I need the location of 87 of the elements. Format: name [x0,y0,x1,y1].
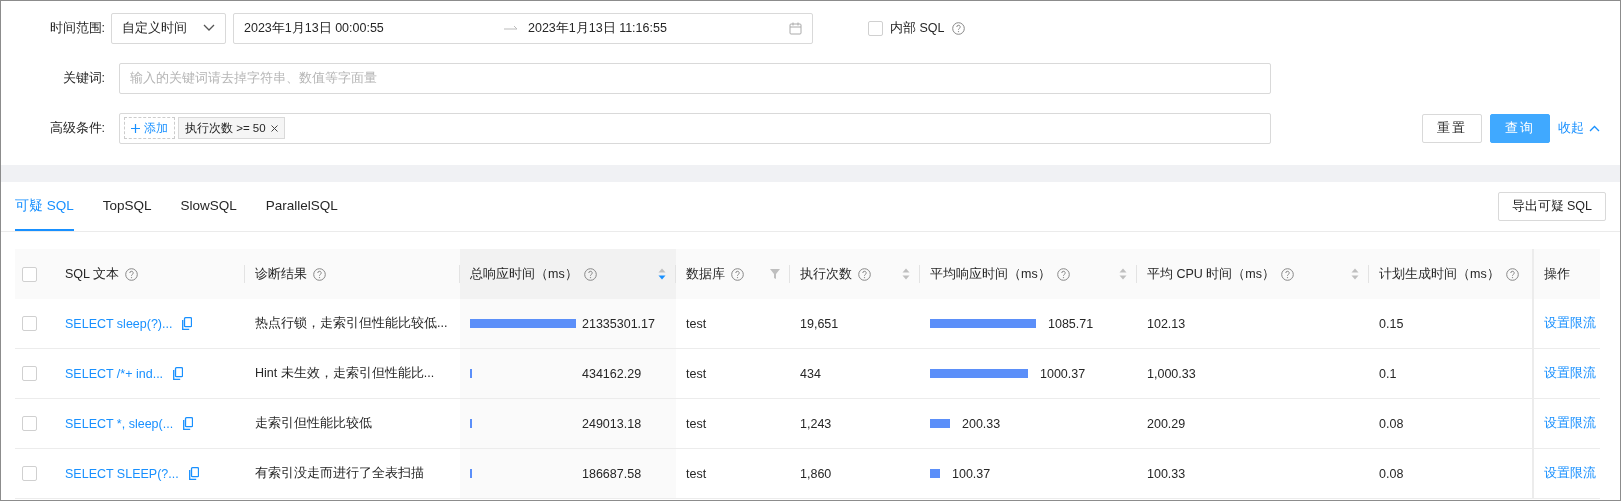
time-range-label: 时间范围: [48,19,106,37]
rate-limit-link[interactable]: 设置限流 [1544,315,1596,332]
table-cell: test [686,416,707,431]
diagnosis-text: 有索引没走而进行了全表扫描 [255,465,424,482]
reset-button[interactable]: 重置 [1422,113,1482,143]
close-icon[interactable] [270,124,278,132]
rate-limit-link[interactable]: 设置限流 [1544,365,1596,382]
rate-limit-link[interactable]: 设置限流 [1544,415,1596,432]
internal-sql-checkbox[interactable] [868,20,883,36]
column-header: 计划生成时间（ms） [1379,265,1500,283]
table-cell: 21335301.17 [582,316,655,331]
table-cell: 19,651 [800,316,839,331]
copy-icon[interactable] [183,417,194,430]
query-button[interactable]: 查询 [1490,113,1550,143]
advanced-label: 高级条件: [48,119,106,137]
calendar-icon [789,21,802,35]
table-cell: 1,000.33 [1147,366,1196,381]
table-cell: 1085.71 [1048,316,1094,331]
row-checkbox[interactable] [22,416,37,431]
column-header: SQL 文本 [65,265,120,283]
sql-text-link[interactable]: SELECT /*+ ind... [65,366,164,381]
copy-icon[interactable] [173,367,184,380]
table-cell: 434 [800,366,821,381]
row-checkbox[interactable] [22,466,37,481]
avg-response-bar [930,469,940,478]
row-checkbox[interactable] [22,316,37,331]
column-header: 总响应时间（ms） [470,265,578,283]
table-cell: 1,860 [800,466,832,481]
avg-response-bar [930,419,950,428]
table-cell: 100.33 [1147,466,1186,481]
advanced-conditions-field[interactable]: 添加 执行次数 >= 50 [119,112,1271,144]
select-all-checkbox[interactable] [22,266,37,282]
collapse-link[interactable]: 收起 [1550,119,1600,137]
table-cell: test [686,366,707,381]
table-cell: 200.33 [962,416,1001,431]
sort-icon[interactable] [902,268,910,280]
diagnosis-text: 热点行锁，走索引但性能比较低... [255,315,448,332]
row-checkbox[interactable] [22,366,37,381]
column-header: 数据库 [686,265,725,283]
sql-text-link[interactable]: SELECT *, sleep(... [65,416,174,431]
rate-limit-link[interactable]: 设置限流 [1544,465,1596,482]
column-header: 执行次数 [800,265,852,283]
plus-icon [131,123,140,133]
sort-icon[interactable] [1351,268,1359,280]
table-cell: 200.29 [1147,416,1186,431]
table-cell: test [686,316,707,331]
condition-tag[interactable]: 执行次数 >= 50 [178,117,285,139]
keyword-input[interactable]: 输入的关键词请去掉字符串、数值等字面量 [119,62,1271,94]
table-cell: 0.15 [1379,316,1404,331]
table-cell: 0.08 [1379,416,1404,431]
diagnosis-text: 走索引但性能比较低 [255,415,372,432]
table-cell: 434162.29 [582,366,642,381]
copy-icon[interactable] [188,467,199,480]
add-condition-button[interactable]: 添加 [124,117,175,139]
column-header: 操作 [1544,265,1570,283]
table-cell: 0.1 [1379,366,1397,381]
tab[interactable]: ParallelSQL [265,182,338,231]
help-icon [951,21,965,35]
table-cell: 1,243 [800,416,832,431]
arrow-right-icon [504,25,518,31]
tab[interactable]: TopSQL [102,182,152,231]
column-header: 平均 CPU 时间（ms） [1147,265,1275,283]
table-cell: 0.08 [1379,466,1404,481]
chevron-up-icon [1589,124,1600,132]
diagnosis-text: Hint 未生效，走索引但性能比... [255,365,435,382]
table-cell: 249013.18 [582,416,642,431]
table-cell: 1000.37 [1040,366,1086,381]
filter-icon[interactable] [770,269,780,279]
table-cell: 100.37 [952,466,991,481]
internal-sql-label: 内部 SQL [890,19,945,37]
time-mode-select[interactable]: 自定义时间 [111,12,226,44]
keyword-label: 关键词: [61,69,106,87]
column-header: 平均响应时间（ms） [930,265,1051,283]
chevron-down-icon [203,24,215,32]
sql-text-link[interactable]: SELECT sleep(?)... [65,316,173,331]
sort-icon[interactable] [1119,268,1127,280]
table-cell: test [686,466,707,481]
export-button[interactable]: 导出可疑 SQL [1497,192,1606,221]
table-cell: 102.13 [1147,316,1186,331]
sql-text-link[interactable]: SELECT SLEEP(?... [65,466,179,481]
sort-icon[interactable] [658,268,666,280]
date-range-field[interactable]: 2023年1月13日 00:00:55 2023年1月13日 11:16:55 [233,12,813,44]
tab[interactable]: 可疑 SQL [15,182,74,231]
table-cell: 186687.58 [582,466,642,481]
tab[interactable]: SlowSQL [180,182,237,231]
copy-icon[interactable] [182,317,193,330]
column-header: 诊断结果 [255,265,307,283]
